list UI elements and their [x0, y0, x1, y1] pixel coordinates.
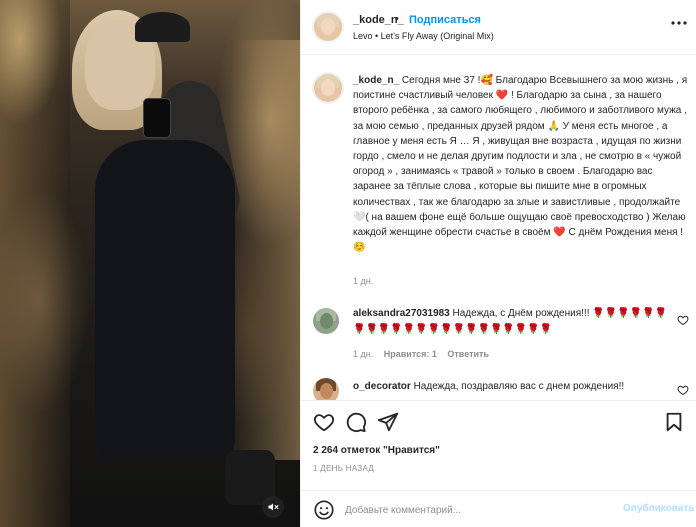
post-actions: 2 264 отметок "Нравится" 1 ДЕНЬ НАЗАД [301, 400, 696, 490]
reply-button[interactable]: Ответить [447, 349, 489, 359]
audio-track-link[interactable]: Levo • Let's Fly Away (Original Mix) [353, 31, 494, 41]
comment-text: o_decorator Надежда, поздравляю вас с дн… [353, 379, 669, 395]
comments-list[interactable]: _kode_n_ Сегодня мне 37 !🥰 Благодарю Все… [301, 56, 696, 400]
caption-text: _kode_n_ Сегодня мне 37 !🥰 Благодарю Все… [353, 73, 691, 255]
avatar[interactable] [314, 74, 342, 102]
heart-icon[interactable] [677, 384, 689, 396]
avatar[interactable] [313, 378, 339, 400]
heart-icon[interactable] [677, 314, 689, 326]
media-phone [143, 98, 171, 138]
follow-button[interactable]: Подписаться [409, 14, 481, 26]
heart-icon[interactable] [313, 411, 335, 433]
more-horizontal-icon[interactable] [669, 16, 689, 30]
comment-meta: 1 дн. Нравится: 1 Ответить [353, 349, 497, 359]
caption-body: Сегодня мне 37 !🥰 Благодарю Всевышнего з… [353, 75, 688, 254]
publish-button[interactable]: Опубликовать [623, 503, 694, 514]
speaker-muted-icon[interactable] [262, 496, 284, 518]
post-side-panel: _kode_n_ • Подписаться Levo • Let's Fly … [300, 0, 696, 527]
avatar[interactable] [314, 13, 342, 41]
post-timestamp[interactable]: 1 ДЕНЬ НАЗАД [313, 464, 374, 473]
comment-icon[interactable] [345, 411, 367, 433]
paper-plane-icon[interactable] [377, 411, 399, 433]
add-comment-bar: Опубликовать [301, 490, 696, 527]
caption-timestamp[interactable]: 1 дн. [353, 276, 373, 286]
comment-timestamp[interactable]: 1 дн. [353, 349, 373, 359]
separator-dot: • [395, 13, 399, 25]
likes-count[interactable]: 2 264 отметок "Нравится" [313, 445, 440, 456]
comment-username[interactable]: o_decorator [353, 381, 411, 392]
comment-likes[interactable]: Нравится: 1 [384, 349, 437, 359]
media-figure [135, 12, 190, 42]
post-header: _kode_n_ • Подписаться Levo • Let's Fly … [301, 0, 696, 55]
media-figure [95, 140, 235, 460]
avatar[interactable] [313, 308, 339, 334]
bookmark-icon[interactable] [663, 411, 685, 433]
comment-username[interactable]: aleksandra27031983 [353, 308, 450, 319]
post-media[interactable] [0, 0, 300, 527]
caption-username[interactable]: _kode_n_ [353, 75, 399, 86]
comment-input[interactable] [345, 500, 605, 520]
comment-text: aleksandra27031983 Надежда, с Днём рожде… [353, 306, 669, 338]
smiley-icon[interactable] [313, 499, 335, 521]
comment-body: Надежда, поздравляю вас с днем рождения!… [410, 381, 625, 392]
